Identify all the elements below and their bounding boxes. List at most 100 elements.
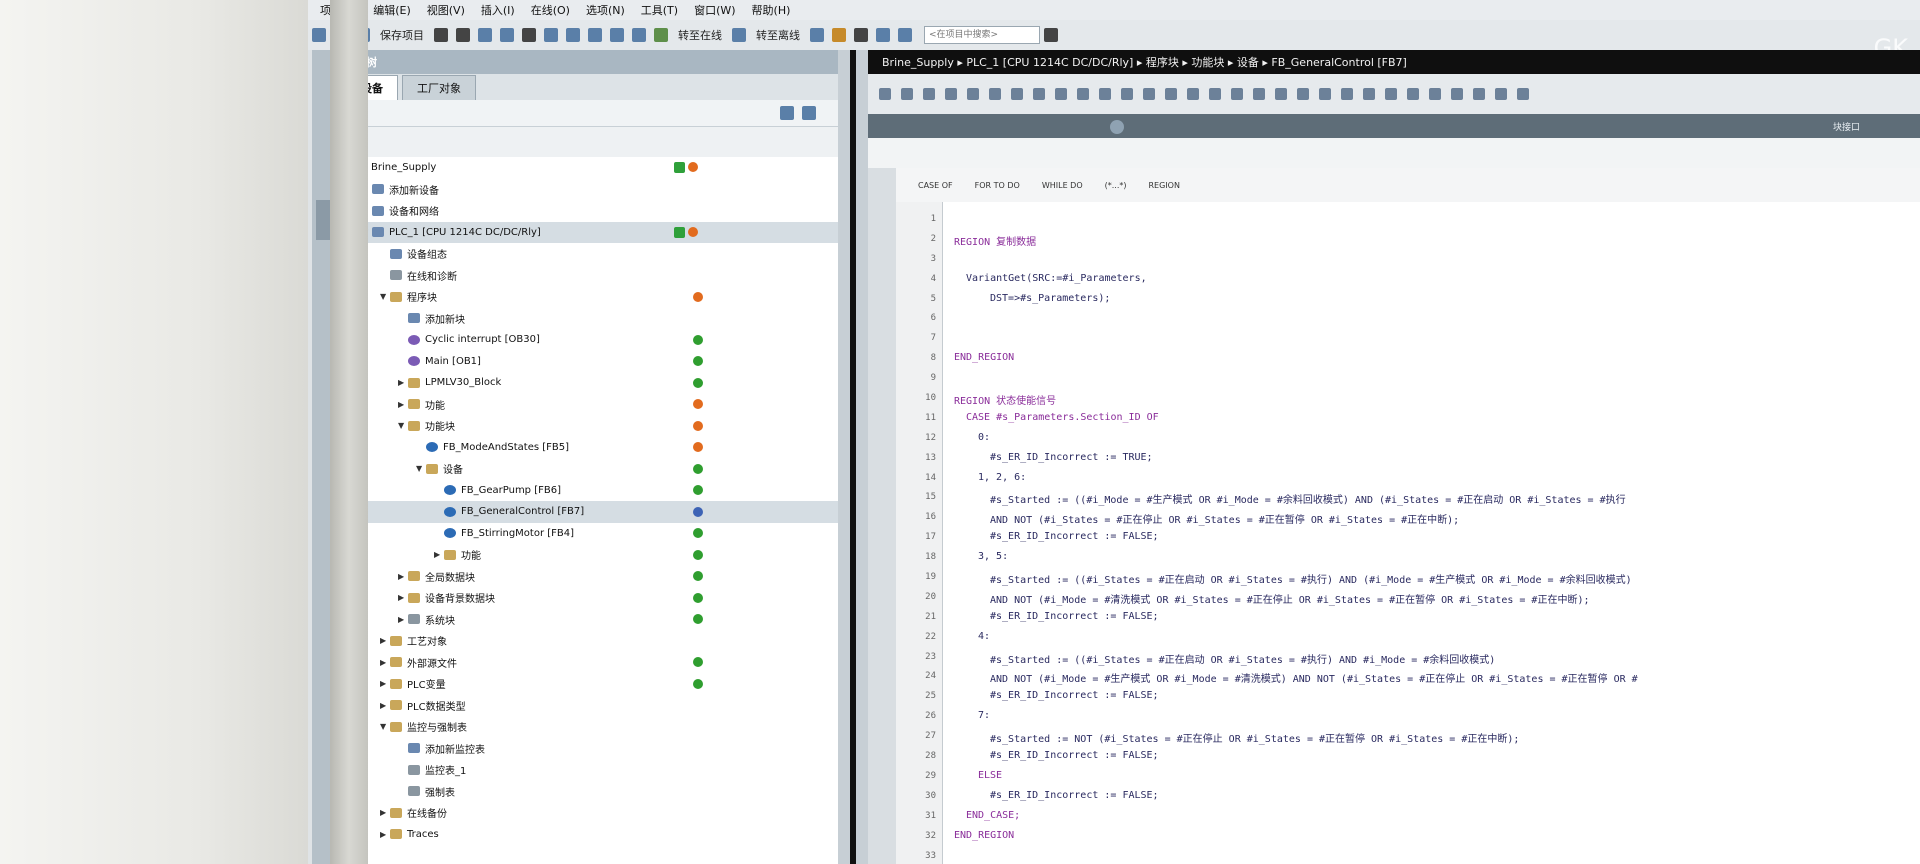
code-line[interactable]: 4 VariantGet(SRC:=#i_Parameters, <box>896 270 1920 290</box>
tree-expand-icon[interactable]: ▶ <box>380 830 390 839</box>
code-line[interactable]: 11 CASE #s_Parameters.Section_ID OF <box>896 409 1920 429</box>
tree-item[interactable]: ▶ 全局数据块 <box>338 566 838 588</box>
code-line[interactable]: 26 7: <box>896 707 1920 727</box>
editor-tool-icon[interactable] <box>1429 88 1441 100</box>
tree-item[interactable]: ▶ PLC数据类型 <box>338 695 838 717</box>
go-online-button[interactable]: 转至在线 <box>678 27 722 43</box>
redo-icon[interactable] <box>566 28 580 42</box>
editor-tool-icon[interactable] <box>1099 88 1111 100</box>
tree-item[interactable]: ▶ 在线备份 <box>338 802 838 824</box>
tree-expand-icon[interactable]: ▼ <box>380 722 390 731</box>
tree-item[interactable]: ▼ 功能块 <box>338 415 838 437</box>
tree-expand-icon[interactable]: ▶ <box>398 593 408 602</box>
tree-item[interactable]: FB_ModeAndStates [FB5] <box>338 437 838 459</box>
tree-expand-icon[interactable]: ▶ <box>398 378 408 387</box>
tree-expand-icon[interactable]: ▶ <box>380 636 390 645</box>
code-line[interactable]: 3 <box>896 250 1920 270</box>
code-line[interactable]: 28 #s_ER_ID_Incorrect := FALSE; <box>896 747 1920 767</box>
code-line[interactable]: 14 1, 2, 6: <box>896 469 1920 489</box>
detail-view-icon[interactable] <box>802 106 816 120</box>
code-line[interactable]: 24 AND NOT (#i_Mode = #生产模式 OR #i_Mode = … <box>896 667 1920 687</box>
code-line[interactable]: 33 <box>896 847 1920 864</box>
snippet-item[interactable]: (*...*) <box>1105 181 1127 190</box>
tree-item[interactable]: ▼PLC_1 [CPU 1214C DC/DC/Rly] <box>338 221 838 243</box>
code-line[interactable]: 23 #s_Started := ((#i_States = #正在启动 OR #… <box>896 648 1920 668</box>
code-line[interactable]: 16 AND NOT (#i_States = #正在停止 OR #i_State… <box>896 508 1920 528</box>
tree-expand-icon[interactable]: ▶ <box>398 615 408 624</box>
snippet-item[interactable]: CASE OF <box>918 181 953 190</box>
split-horizontal-icon[interactable] <box>876 28 890 42</box>
editor-tool-icon[interactable] <box>1209 88 1221 100</box>
tree-expand-icon[interactable]: ▶ <box>398 572 408 581</box>
menu-item-4[interactable]: 在线(O) <box>531 2 570 18</box>
code-line[interactable]: 9 <box>896 369 1920 389</box>
block-interface-strip[interactable]: 块接口 <box>868 114 1920 138</box>
undo-icon[interactable] <box>544 28 558 42</box>
editor-tool-icon[interactable] <box>1363 88 1375 100</box>
tree-item[interactable]: 添加新设备 <box>338 179 838 201</box>
menu-item-3[interactable]: 插入(I) <box>481 2 515 18</box>
tree-item[interactable]: ▼ 程序块 <box>338 286 838 308</box>
snippet-item[interactable]: FOR TO DO <box>975 181 1020 190</box>
code-line[interactable]: 8 END_REGION <box>896 349 1920 369</box>
tab-plant-objects[interactable]: 工厂对象 <box>402 75 476 100</box>
tree-expand-icon[interactable]: ▼ <box>416 464 426 473</box>
editor-tool-icon[interactable] <box>1253 88 1265 100</box>
tree-item[interactable]: FB_GeneralControl [FB7] <box>338 501 838 523</box>
collapse-handle-icon[interactable] <box>316 200 330 240</box>
tree-item[interactable]: ▶ 功能 <box>338 544 838 566</box>
code-line[interactable]: 22 4: <box>896 628 1920 648</box>
copy-icon[interactable] <box>478 28 492 42</box>
editor-tool-icon[interactable] <box>879 88 891 100</box>
new-project-icon[interactable] <box>312 28 326 42</box>
editor-tool-icon[interactable] <box>1275 88 1287 100</box>
code-line[interactable]: 2 REGION 复制数据 <box>896 230 1920 250</box>
tree-item[interactable]: ▶ LPMLV30_Block <box>338 372 838 394</box>
editor-tool-icon[interactable] <box>1341 88 1353 100</box>
snippet-item[interactable]: REGION <box>1149 181 1180 190</box>
editor-tool-icon[interactable] <box>989 88 1001 100</box>
code-area[interactable]: CASE OF FOR TO DO WHILE DO (*...*) REGION 12… <box>868 168 1920 864</box>
editor-tool-icon[interactable] <box>1033 88 1045 100</box>
save-project-button[interactable]: 保存项目 <box>380 27 424 43</box>
tree-item[interactable]: 设备组态 <box>338 243 838 265</box>
search-icon[interactable] <box>1044 28 1058 42</box>
tree-item[interactable]: ▼ 监控与强制表 <box>338 716 838 738</box>
tree-expand-icon[interactable]: ▶ <box>380 658 390 667</box>
tree-expand-icon[interactable]: ▶ <box>380 808 390 817</box>
upload-icon[interactable] <box>632 28 646 42</box>
tree-expand-icon[interactable]: ▶ <box>380 701 390 710</box>
menu-item-8[interactable]: 帮助(H) <box>752 2 791 18</box>
view-toggle-icon[interactable] <box>780 106 794 120</box>
tree-item[interactable]: ▶ 工艺对象 <box>338 630 838 652</box>
tree-expand-icon[interactable]: ▼ <box>380 292 390 301</box>
editor-tool-icon[interactable] <box>1495 88 1507 100</box>
editor-tool-icon[interactable] <box>1297 88 1309 100</box>
tree-expand-icon[interactable]: ▶ <box>398 400 408 409</box>
tree-item[interactable]: 强制表 <box>338 781 838 803</box>
tree-item[interactable]: ▶ 系统块 <box>338 609 838 631</box>
tree-item[interactable]: 监控表_1 <box>338 759 838 781</box>
editor-tool-icon[interactable] <box>901 88 913 100</box>
editor-tool-icon[interactable] <box>1451 88 1463 100</box>
tree-item[interactable]: 添加新块 <box>338 308 838 330</box>
editor-tool-icon[interactable] <box>1165 88 1177 100</box>
editor-tool-icon[interactable] <box>1319 88 1331 100</box>
menu-item-1[interactable]: 编辑(E) <box>373 2 411 18</box>
tree-item[interactable]: Cyclic interrupt [OB30] <box>338 329 838 351</box>
code-line[interactable]: 6 <box>896 309 1920 329</box>
code-line[interactable]: 1 <box>896 210 1920 230</box>
editor-tool-icon[interactable] <box>1473 88 1485 100</box>
menu-item-7[interactable]: 窗口(W) <box>694 2 735 18</box>
tree-item[interactable]: ▼ 设备 <box>338 458 838 480</box>
code-line[interactable]: 27 #s_Started := NOT (#i_States = #正在停止 O… <box>896 727 1920 747</box>
editor-tool-icon[interactable] <box>1143 88 1155 100</box>
editor-tool-icon[interactable] <box>1407 88 1419 100</box>
tree-item[interactable]: ▶ 功能 <box>338 394 838 416</box>
menu-item-2[interactable]: 视图(V) <box>427 2 465 18</box>
editor-tool-icon[interactable] <box>1011 88 1023 100</box>
code-line[interactable]: 5 DST=>#s_Parameters); <box>896 290 1920 310</box>
tree-item[interactable]: ▼Brine_Supply <box>338 157 838 179</box>
code-line[interactable]: 20 AND NOT (#i_Mode = #清洗模式 OR #i_States … <box>896 588 1920 608</box>
tree-item[interactable]: ▶ PLC变量 <box>338 673 838 695</box>
